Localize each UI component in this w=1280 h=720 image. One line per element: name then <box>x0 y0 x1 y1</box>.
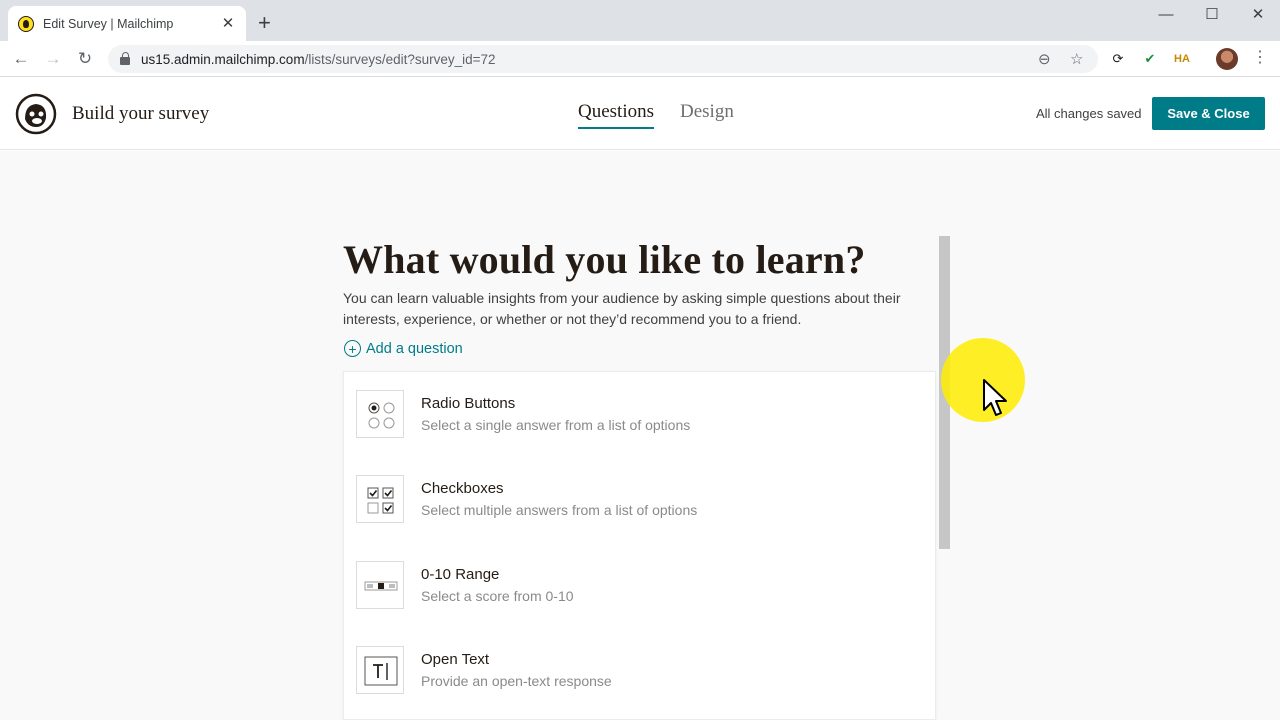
question-type-label: Open Text <box>421 651 490 668</box>
close-window-button[interactable]: ✕ <box>1235 4 1280 24</box>
save-status: All changes saved <box>1036 106 1142 121</box>
radio-buttons-icon <box>356 390 404 438</box>
url-path: /lists/surveys/edit?survey_id=72 <box>304 51 496 67</box>
question-type-label: Checkboxes <box>421 480 504 497</box>
browser-menu-icon[interactable]: ⋮ <box>1252 49 1268 67</box>
plus-circle-icon: + <box>344 340 361 357</box>
sync-extension-icon[interactable]: ⟳ <box>1109 50 1127 68</box>
browser-tab-strip: Edit Survey | Mailchimp ✕ + — ☐ ✕ <box>0 0 1280 41</box>
ha-extension-icon[interactable]: HA <box>1173 50 1191 68</box>
back-button[interactable]: ← <box>9 48 33 70</box>
browser-tab[interactable]: Edit Survey | Mailchimp ✕ <box>8 6 246 41</box>
lock-icon <box>120 52 130 65</box>
add-question-label: Add a question <box>366 340 463 357</box>
range-icon <box>356 561 404 609</box>
forward-button[interactable]: → <box>41 48 65 70</box>
checkboxes-icon <box>356 475 404 523</box>
app-title: Build your survey <box>72 103 210 124</box>
question-type-menu: Radio Buttons Select a single answer fro… <box>343 371 936 720</box>
question-type-label: 0-10 Range <box>421 566 500 583</box>
bookmark-star-icon[interactable]: ☆ <box>1070 50 1083 68</box>
mailchimp-favicon-icon <box>18 15 34 32</box>
save-and-close-button[interactable]: Save & Close <box>1152 97 1265 130</box>
address-bar[interactable]: us15.admin.mailchimp.com/lists/surveys/e… <box>108 45 1098 73</box>
question-type-checkboxes[interactable]: Checkboxes Select multiple answers from … <box>344 457 937 527</box>
checkmark-extension-icon[interactable]: ✔ <box>1141 50 1159 68</box>
profile-avatar[interactable] <box>1216 48 1238 70</box>
minimize-button[interactable]: — <box>1143 4 1189 24</box>
open-text-icon <box>356 646 404 694</box>
url-domain: us15.admin.mailchimp.com <box>141 51 305 67</box>
question-type-radio-buttons[interactable]: Radio Buttons Select a single answer fro… <box>344 372 937 442</box>
new-tab-button[interactable]: + <box>258 12 271 34</box>
question-type-description: Select a score from 0-10 <box>421 588 574 604</box>
intro-text: You can learn valuable insights from you… <box>343 290 901 327</box>
mouse-pointer-icon <box>983 379 1007 416</box>
app-header: Build your survey Questions Design All c… <box>0 78 1280 150</box>
tab-design[interactable]: Design <box>680 101 734 123</box>
browser-toolbar: ← → ↻ us15.admin.mailchimp.com/lists/sur… <box>0 41 1280 77</box>
question-type-description: Provide an open-text response <box>421 673 612 689</box>
question-type-description: Select a single answer from a list of op… <box>421 417 691 433</box>
question-type-range[interactable]: 0-10 Range Select a score from 0-10 <box>344 543 937 613</box>
tab-questions[interactable]: Questions <box>578 101 654 129</box>
close-tab-icon[interactable]: ✕ <box>220 15 236 32</box>
reload-button[interactable]: ↻ <box>73 48 97 70</box>
mailchimp-logo-icon <box>15 93 57 135</box>
zoom-icon[interactable]: ⊖ <box>1038 50 1051 68</box>
page-heading: What would you like to learn? <box>343 237 866 282</box>
tab-title: Edit Survey | Mailchimp <box>43 16 174 31</box>
add-question-button[interactable]: + Add a question <box>344 340 463 357</box>
maximize-button[interactable]: ☐ <box>1189 4 1235 24</box>
question-type-open-text[interactable]: Open Text Provide an open-text response <box>344 628 937 698</box>
main-content: What would you like to learn? You can le… <box>0 151 1280 720</box>
question-type-description: Select multiple answers from a list of o… <box>421 502 698 518</box>
question-type-label: Radio Buttons <box>421 395 516 412</box>
